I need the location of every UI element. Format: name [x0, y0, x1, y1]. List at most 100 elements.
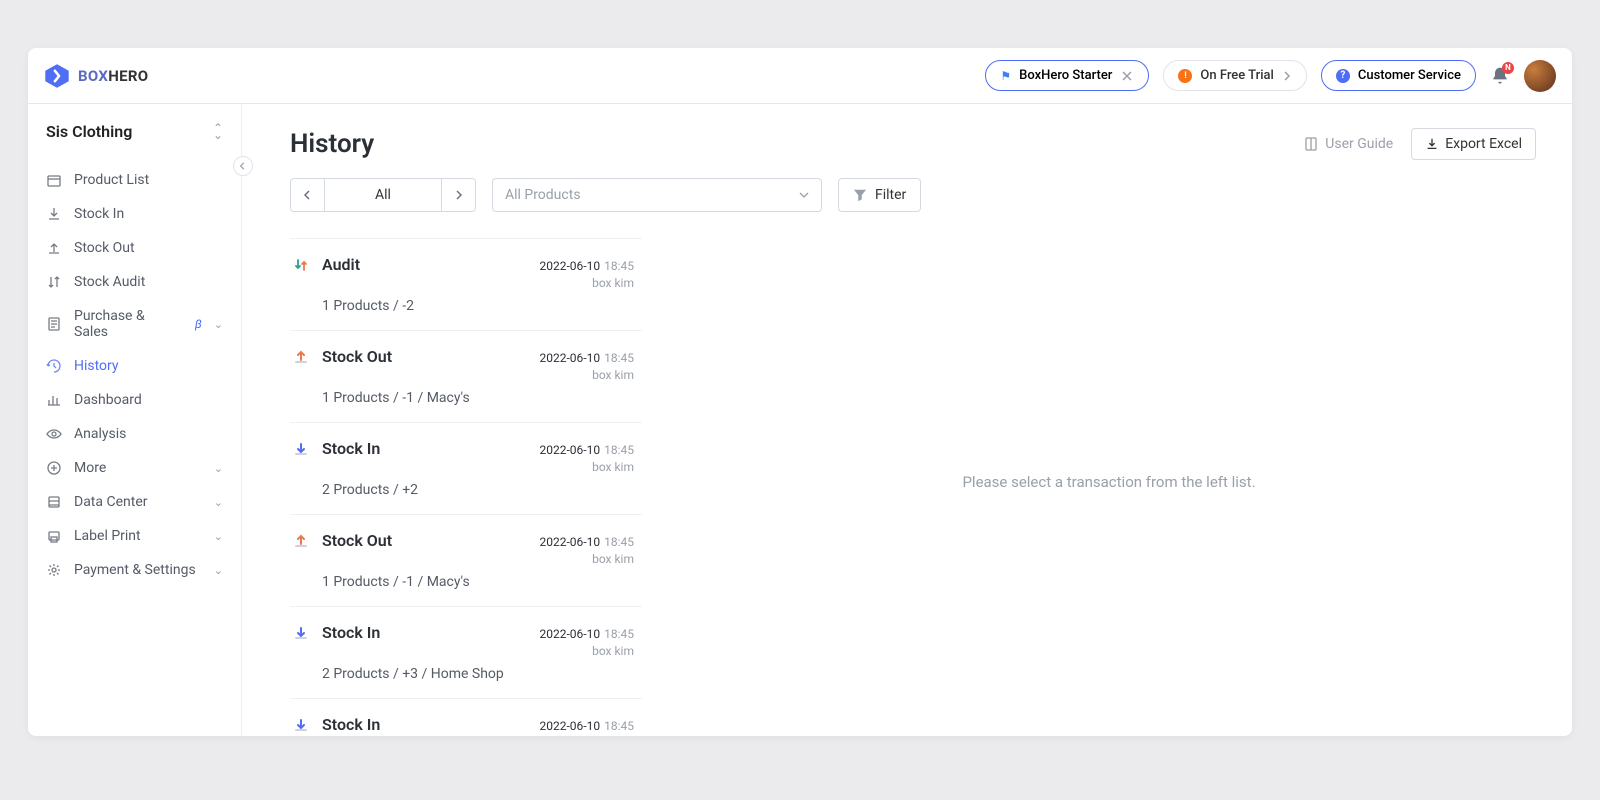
chevron-down-icon: ⌄: [214, 496, 223, 509]
alert-icon: !: [1178, 69, 1192, 83]
chevron-right-icon: [1282, 71, 1292, 81]
sidebar-item-label-print[interactable]: Label Print ⌄: [28, 519, 241, 553]
question-icon: ?: [1336, 69, 1350, 83]
export-excel-button[interactable]: Export Excel: [1411, 128, 1536, 160]
history-item[interactable]: Stock In2022-06-1018:45box kim2 Products…: [290, 607, 642, 699]
history-item-summary: 1 Products / -1 / Macy's: [322, 574, 634, 590]
sidebar-item-analysis[interactable]: Analysis: [28, 417, 241, 451]
plus-circle-icon: [46, 460, 62, 476]
sidebar-item-stock-in[interactable]: Stock In: [28, 197, 241, 231]
history-item[interactable]: Audit2022-06-1018:45box kim1 Products / …: [290, 238, 642, 331]
close-icon[interactable]: [1120, 69, 1134, 83]
app-body: Sis Clothing ⌃⌄ Product List Stock In St…: [28, 104, 1572, 736]
history-item-date: 2022-06-10: [540, 351, 601, 365]
export-label: Export Excel: [1445, 136, 1522, 152]
nav-label: Dashboard: [74, 392, 142, 408]
filter-button[interactable]: Filter: [838, 178, 921, 212]
date-navigator: All: [290, 178, 476, 212]
nav-label: Data Center: [74, 494, 148, 510]
history-item-user: box kim: [540, 276, 634, 290]
history-item-date: 2022-06-10: [540, 719, 601, 733]
nav-label: Analysis: [74, 426, 126, 442]
sidebar-item-stock-out[interactable]: Stock Out: [28, 231, 241, 265]
history-item-date: 2022-06-10: [540, 259, 601, 273]
chevron-down-icon: ⌄: [214, 564, 223, 577]
sidebar-item-stock-audit[interactable]: Stock Audit: [28, 265, 241, 299]
chevron-down-icon: ⌄: [214, 462, 223, 475]
chevron-down-icon: ⌄: [214, 318, 223, 331]
stockin-icon: [292, 717, 310, 736]
sidebar-item-payment-settings[interactable]: Payment & Settings ⌄: [28, 553, 241, 587]
history-item-summary: 1 Products / -1 / Macy's: [322, 390, 634, 406]
starter-pill[interactable]: ⚑ BoxHero Starter: [985, 60, 1149, 91]
history-item[interactable]: Stock Out 2022-06-1018:45 box kim 1 Product…: [290, 331, 642, 423]
history-item-title: Stock Out: [322, 347, 392, 366]
sidebar-item-data-center[interactable]: Data Center ⌄: [28, 485, 241, 519]
history-item-time: 18:45: [604, 719, 634, 733]
sidebar-item-product-list[interactable]: Product List: [28, 163, 241, 197]
filter-icon: [853, 188, 867, 202]
product-select[interactable]: All Products: [492, 178, 822, 212]
date-next-button[interactable]: [441, 179, 475, 211]
sidebar: Sis Clothing ⌃⌄ Product List Stock In St…: [28, 104, 242, 736]
history-item-date: 2022-06-10: [540, 627, 601, 641]
sidebar-item-purchase-sales[interactable]: Purchase & Sales β ⌄: [28, 299, 241, 349]
nav-label: Payment & Settings: [74, 562, 196, 578]
download-icon: [46, 206, 62, 222]
sidebar-item-dashboard[interactable]: Dashboard: [28, 383, 241, 417]
history-list[interactable]: Audit2022-06-1018:45box kim1 Products / …: [290, 228, 646, 736]
history-item-title: Stock In: [322, 439, 380, 458]
box-icon: [46, 172, 62, 188]
sidebar-item-history[interactable]: History: [28, 349, 241, 383]
logo[interactable]: BOXHERO: [44, 63, 148, 89]
history-item[interactable]: Stock In 2022-06-1018:45: [290, 699, 642, 736]
chevron-down-icon: ⌄: [214, 530, 223, 543]
main: History User Guide Export Excel All: [242, 104, 1572, 736]
history-item-time: 18:45: [604, 351, 634, 365]
history-item-title: Audit: [322, 255, 360, 274]
history-item-summary: 2 Products / +2: [322, 482, 634, 498]
history-item[interactable]: Stock In2022-06-1018:45box kim2 Products…: [290, 423, 642, 515]
history-item-date: 2022-06-10: [540, 443, 601, 457]
sidebar-collapse-button[interactable]: [233, 156, 253, 176]
eye-icon: [46, 426, 62, 442]
date-prev-button[interactable]: [291, 179, 325, 211]
team-selector[interactable]: Sis Clothing ⌃⌄: [28, 104, 241, 159]
header-actions: User Guide Export Excel: [1303, 128, 1536, 160]
avatar[interactable]: [1524, 60, 1556, 92]
audit-icon: [292, 257, 310, 314]
history-item-title: Stock In: [322, 715, 380, 734]
gear-icon: [46, 562, 62, 578]
notifications-button[interactable]: N: [1490, 66, 1510, 86]
date-label[interactable]: All: [325, 179, 441, 211]
product-placeholder: All Products: [505, 187, 581, 203]
trial-pill[interactable]: ! On Free Trial: [1163, 60, 1306, 91]
starter-label: BoxHero Starter: [1019, 68, 1112, 83]
nav-label: More: [74, 460, 106, 476]
user-guide-link[interactable]: User Guide: [1303, 136, 1393, 152]
download-icon: [1425, 137, 1439, 151]
sidebar-item-more[interactable]: More ⌄: [28, 451, 241, 485]
history-item-time: 18:45: [604, 535, 634, 549]
notification-badge: N: [1502, 62, 1514, 74]
page-title: History: [290, 129, 374, 159]
history-item[interactable]: Stock Out2022-06-1018:45box kim1 Product…: [290, 515, 642, 607]
history-item-user: box kim: [540, 368, 634, 382]
swap-icon: [46, 274, 62, 290]
history-icon: [46, 358, 62, 374]
book-icon: [1303, 136, 1319, 152]
logo-text: BOXHERO: [78, 67, 148, 85]
history-item-user: box kim: [540, 460, 634, 474]
nav-list: Product List Stock In Stock Out Stock Au…: [28, 159, 241, 591]
stockin-icon: [292, 625, 310, 682]
nav-label: History: [74, 358, 119, 374]
app-window: BOXHERO ⚑ BoxHero Starter ! On Free Tria…: [28, 48, 1572, 736]
nav-label: Stock Audit: [74, 274, 145, 290]
stockin-icon: [292, 441, 310, 498]
customer-service-button[interactable]: ? Customer Service: [1321, 60, 1476, 91]
filters-row: All All Products Filter: [242, 178, 1572, 228]
nav-label: Purchase & Sales: [74, 308, 181, 340]
beta-badge: β: [195, 317, 202, 331]
history-item-time: 18:45: [604, 259, 634, 273]
filter-label: Filter: [875, 187, 906, 203]
